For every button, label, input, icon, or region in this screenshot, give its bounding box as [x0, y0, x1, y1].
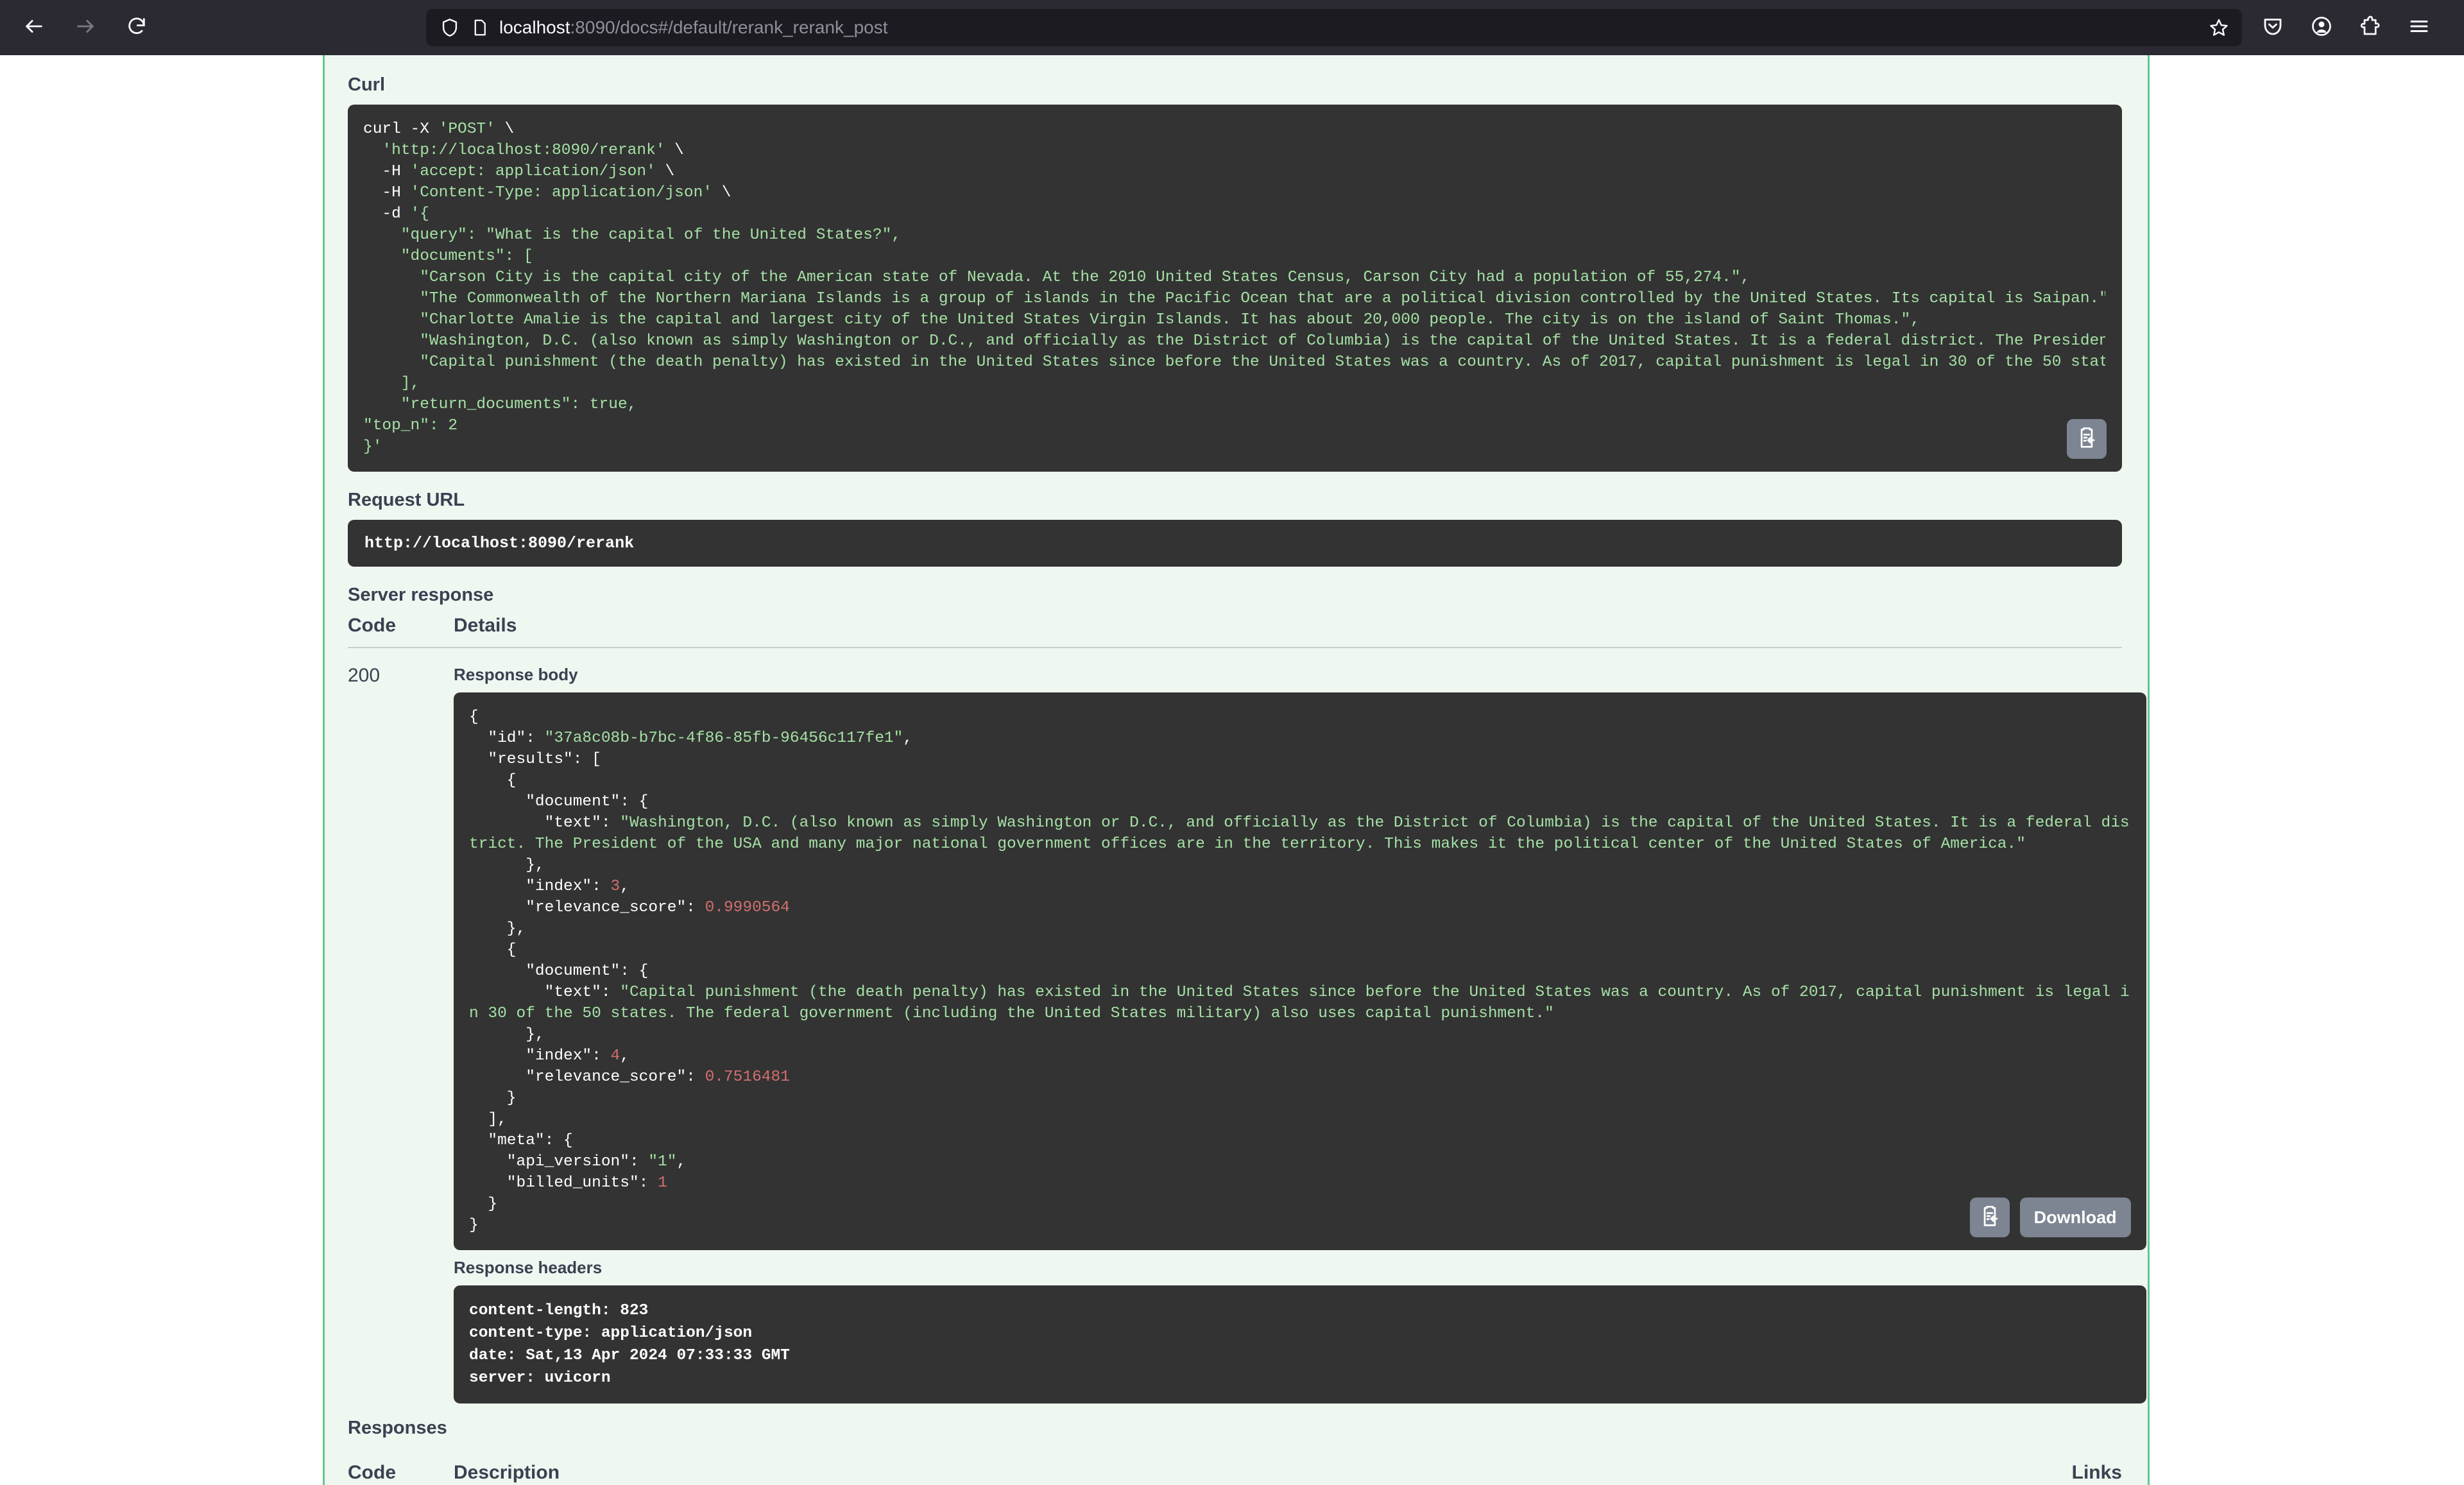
- url-text[interactable]: localhost:8090/docs#/default/rerank_rera…: [499, 17, 2198, 38]
- reload-icon: [126, 15, 148, 40]
- url-path: :8090/docs#/default/rerank_rerank_post: [570, 17, 888, 37]
- extensions-puzzle-icon: [2359, 15, 2382, 41]
- back-arrow-icon: [23, 15, 45, 40]
- page-content: Curl curl -X 'POST' \ 'http://localhost:…: [0, 55, 2464, 1485]
- responses-column-header-description: Description: [454, 1462, 560, 1483]
- response-headers-block: content-length: 823 content-type: applic…: [454, 1285, 2146, 1403]
- column-header-code: Code: [348, 615, 396, 636]
- status-code-200: 200: [348, 665, 381, 686]
- account-button[interactable]: [2307, 13, 2336, 42]
- bookmark-star-icon[interactable]: [2209, 17, 2229, 38]
- reload-button[interactable]: [119, 10, 154, 45]
- responses-column-header-code: Code: [348, 1462, 396, 1483]
- swagger-opblock-panel: Curl curl -X 'POST' \ 'http://localhost:…: [323, 55, 2150, 1485]
- hamburger-menu-icon: [2408, 15, 2431, 41]
- copy-to-clipboard-icon: [1978, 1204, 2002, 1232]
- request-url-value: http://localhost:8090/rerank: [364, 534, 635, 553]
- server-response-label: Server response: [348, 585, 494, 605]
- responses-table-head: Code Description Links: [348, 1462, 2122, 1485]
- navigation-buttons: [17, 10, 154, 45]
- extensions-button[interactable]: [2356, 13, 2384, 42]
- forward-button[interactable]: [68, 10, 103, 45]
- app-menu-button[interactable]: [2405, 13, 2433, 42]
- shield-icon[interactable]: [439, 17, 461, 39]
- response-body-actions: Download: [1969, 1197, 2131, 1237]
- server-response-table-head: Code Details: [348, 615, 2122, 648]
- response-body-label: Response body: [454, 665, 578, 684]
- responses-title: Responses: [348, 1418, 447, 1438]
- back-button[interactable]: [17, 10, 51, 45]
- response-headers-label: Response headers: [454, 1258, 603, 1277]
- server-response-table: Code Details 200 Response body { "id": "…: [348, 615, 2146, 1403]
- chrome-toolbar-right: [2259, 13, 2447, 42]
- responses-column-header-links: Links: [2071, 1462, 2122, 1483]
- browser-chrome: localhost:8090/docs#/default/rerank_rera…: [0, 0, 2464, 55]
- responses-section: Responses Code Description Links 200 Suc…: [348, 1403, 2122, 1485]
- response-body-block: { "id": "37a8c08b-b7bc-4f86-85fb-96456c1…: [454, 692, 2146, 1250]
- response-body-code: { "id": "37a8c08b-b7bc-4f86-85fb-96456c1…: [469, 708, 2130, 1234]
- page-icon: [470, 18, 489, 37]
- pocket-icon: [2261, 15, 2284, 41]
- request-url-label: Request URL: [348, 490, 465, 510]
- account-icon: [2310, 15, 2333, 41]
- server-response-row: 200 Response body { "id": "37a8c08b-b7bc…: [348, 648, 2146, 1403]
- server-response-code-cell: 200: [348, 665, 454, 1403]
- request-url-block: http://localhost:8090/rerank: [348, 520, 2122, 567]
- url-host: localhost: [499, 17, 570, 37]
- copy-response-button[interactable]: [1969, 1197, 2010, 1237]
- copy-curl-button[interactable]: [2067, 419, 2107, 459]
- column-header-details: Details: [454, 615, 517, 636]
- curl-code: curl -X 'POST' \ 'http://localhost:8090/…: [363, 121, 2105, 456]
- curl-code-block: curl -X 'POST' \ 'http://localhost:8090/…: [348, 105, 2122, 472]
- forward-arrow-icon: [74, 15, 96, 40]
- copy-to-clipboard-icon: [2075, 425, 2099, 453]
- pocket-button[interactable]: [2259, 13, 2287, 42]
- response-headers-code: content-length: 823 content-type: applic…: [469, 1302, 790, 1387]
- server-response-details-cell: Response body { "id": "37a8c08b-b7bc-4f8…: [454, 665, 2146, 1403]
- address-bar[interactable]: localhost:8090/docs#/default/rerank_rera…: [426, 9, 2242, 46]
- download-button[interactable]: Download: [2019, 1197, 2131, 1237]
- curl-label: Curl: [348, 74, 385, 95]
